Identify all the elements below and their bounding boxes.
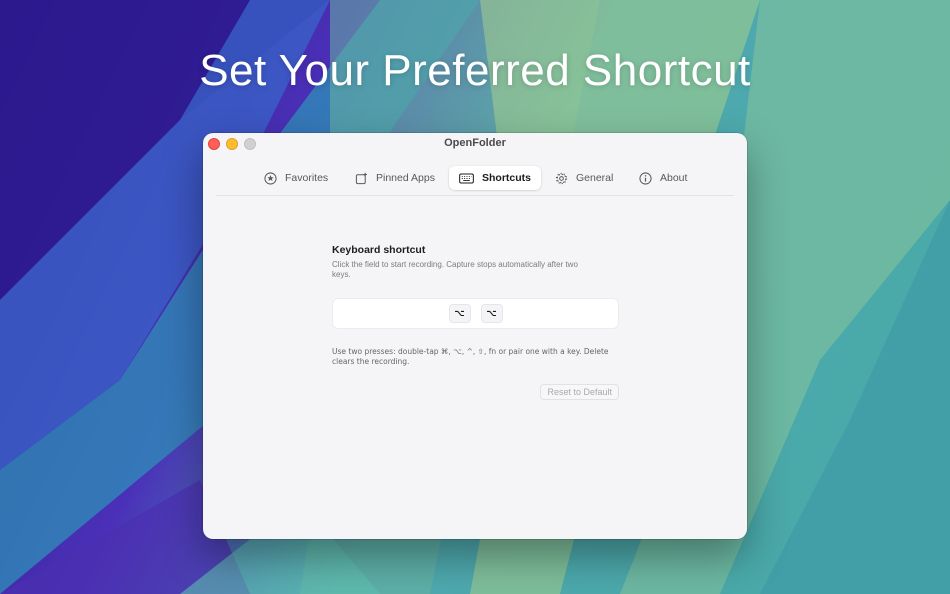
keyboard-icon — [459, 172, 474, 184]
option-key-cap: ⌥ — [480, 304, 503, 323]
tab-pinned-apps-label: Pinned Apps — [376, 172, 435, 184]
star-circle-icon — [264, 171, 277, 185]
tab-bar: Favorites Pinned Apps Shortcuts General … — [203, 157, 747, 195]
tab-shortcuts-label: Shortcuts — [482, 172, 532, 184]
section-title: Keyboard shortcut — [332, 244, 426, 256]
shortcuts-panel: Keyboard shortcut Click the field to sta… — [332, 244, 619, 400]
gear-icon — [555, 172, 568, 185]
reset-to-default-button[interactable]: Reset to Default — [540, 384, 619, 400]
option-key-cap: ⌥ — [448, 304, 471, 323]
tab-about[interactable]: About — [629, 166, 697, 190]
tab-favorites-label: Favorites — [285, 172, 329, 184]
tab-pinned-apps[interactable]: Pinned Apps — [345, 166, 445, 190]
page-headline: Set Your Preferred Shortcut — [199, 46, 751, 95]
tab-general-label: General — [576, 172, 614, 184]
pin-app-icon — [355, 172, 368, 185]
title-bar: OpenFolder — [203, 133, 747, 157]
window-title: OpenFolder — [444, 137, 506, 149]
tab-favorites[interactable]: Favorites — [254, 166, 338, 190]
info-icon — [639, 171, 652, 185]
shortcut-recorder-field[interactable]: ⌥ ⌥ — [332, 298, 619, 329]
tab-divider — [216, 195, 734, 196]
tab-shortcuts[interactable]: Shortcuts — [449, 166, 542, 190]
tab-about-label: About — [660, 172, 688, 184]
shortcut-hint: Use two presses: double-tap ⌘, ⌥, ^, ⇧, … — [332, 347, 609, 366]
tab-general[interactable]: General — [545, 166, 623, 190]
section-description: Click the field to start recording. Capt… — [332, 260, 578, 279]
app-window: OpenFolder Favorites Pinned Apps Shortcu… — [203, 133, 747, 539]
